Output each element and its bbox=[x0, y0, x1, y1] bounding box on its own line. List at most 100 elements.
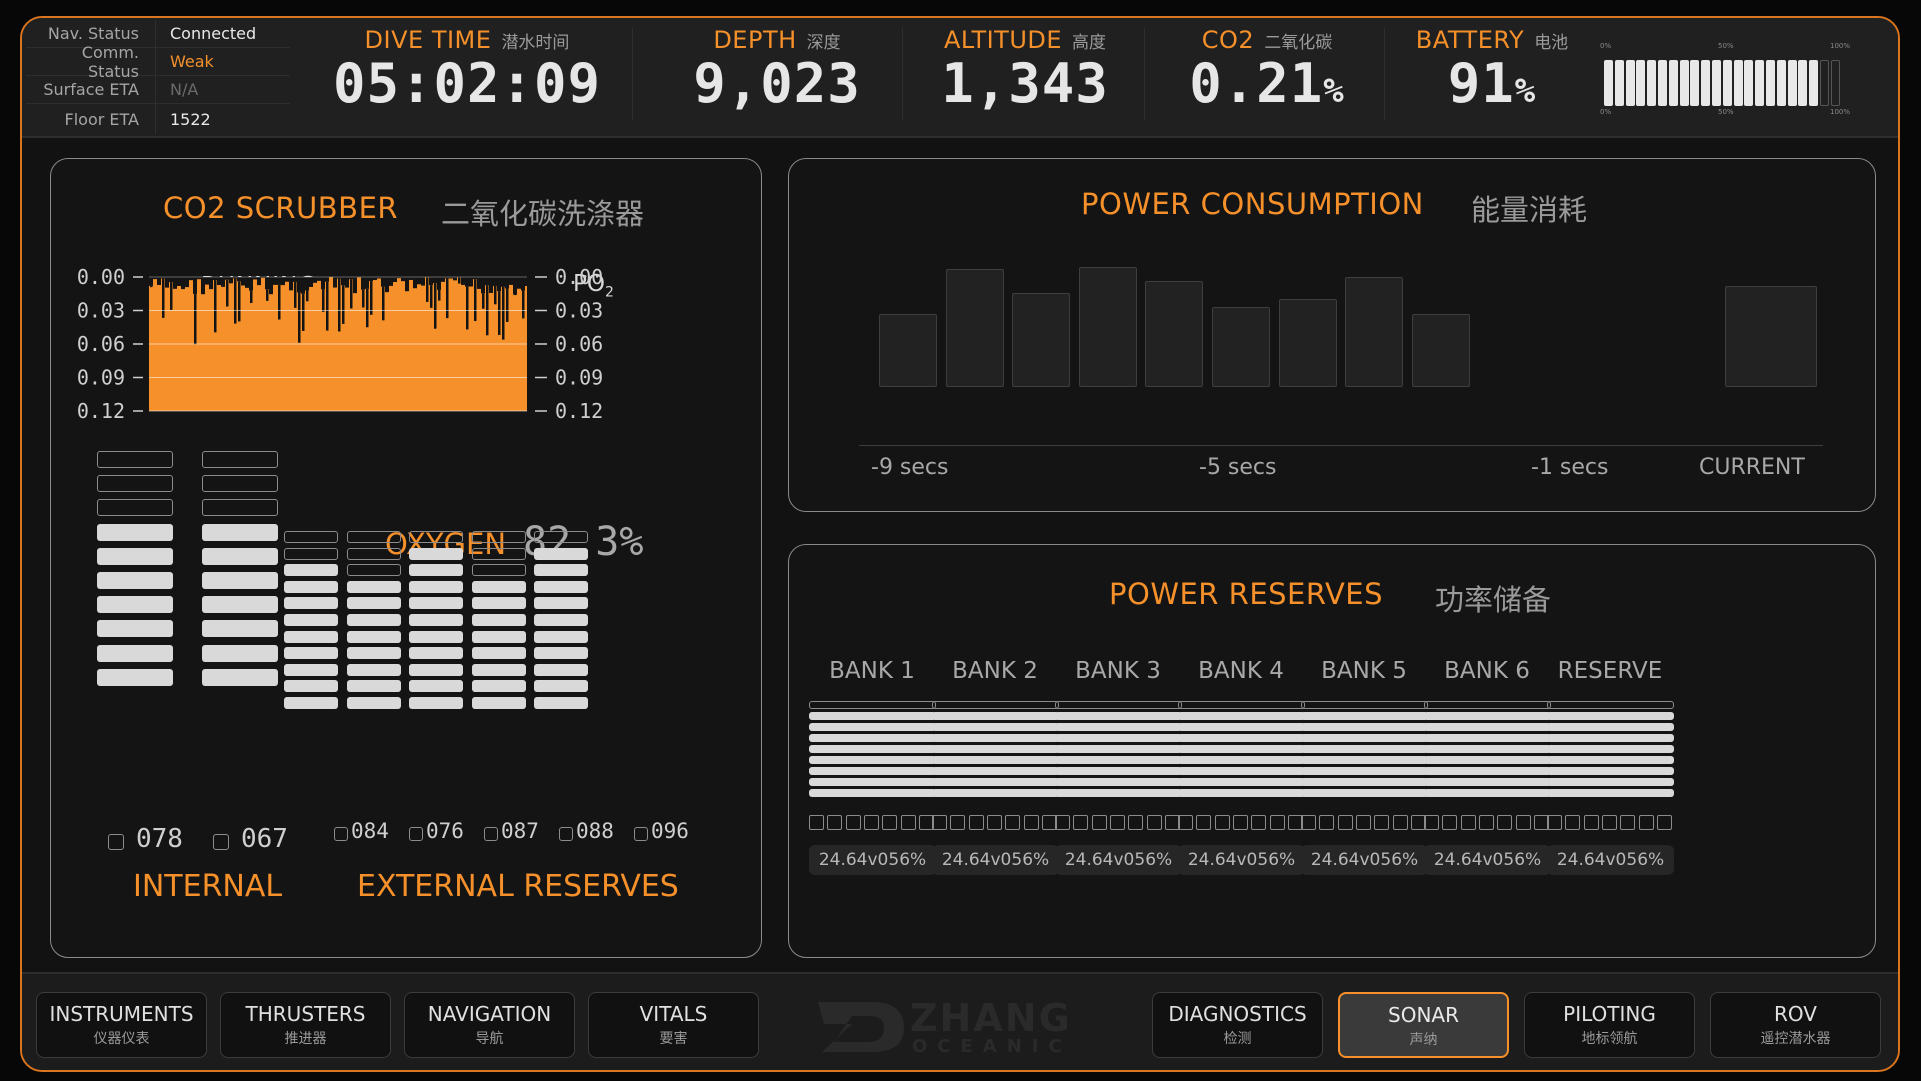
tank-cell bbox=[534, 580, 588, 593]
bank-indicator bbox=[1005, 815, 1021, 830]
metric-value: 05:02:09 bbox=[332, 52, 602, 115]
chart-spike bbox=[238, 281, 241, 322]
battery-segment bbox=[1658, 60, 1667, 106]
bank-cell bbox=[1178, 745, 1305, 753]
bank-cell bbox=[809, 767, 936, 775]
tank-cell bbox=[346, 697, 401, 709]
bank-cell bbox=[1424, 745, 1551, 753]
battery-segment bbox=[1830, 60, 1840, 106]
consumption-bar-current bbox=[1725, 285, 1817, 387]
bank-indicator bbox=[1442, 815, 1458, 830]
chart-gap bbox=[389, 277, 393, 286]
tank-checkbox[interactable] bbox=[334, 827, 348, 841]
bank-indicator bbox=[1055, 815, 1070, 830]
bank-cell bbox=[1055, 767, 1182, 775]
nav-piloting-button[interactable]: PILOTING 地标领航 bbox=[1524, 992, 1695, 1058]
chart-spike bbox=[342, 285, 345, 324]
tank-cell bbox=[471, 597, 526, 610]
x-label: -5 secs bbox=[1199, 455, 1277, 480]
chart-spike bbox=[338, 278, 341, 332]
bank-cell bbox=[932, 712, 1059, 720]
bank-cell bbox=[932, 701, 1059, 709]
nav-navigation-button[interactable]: NAVIGATION 导航 bbox=[404, 992, 575, 1058]
bank-indicator bbox=[1337, 815, 1353, 830]
chart-gap bbox=[489, 277, 493, 293]
nav-thrusters-button[interactable]: THRUSTERS 推进器 bbox=[220, 992, 391, 1058]
battery-tick: 0% bbox=[1600, 42, 1612, 50]
tank-checkbox[interactable] bbox=[409, 827, 423, 841]
tank-cell bbox=[284, 630, 338, 643]
y-tick-label: 0.09 bbox=[77, 366, 125, 390]
chart-gap bbox=[193, 277, 197, 294]
chart-gap bbox=[305, 277, 309, 291]
chart-gap bbox=[501, 277, 505, 287]
tank-cell bbox=[284, 597, 338, 610]
chart-spike bbox=[162, 278, 165, 318]
metric-value: 0.21 bbox=[1189, 52, 1324, 115]
nav-rov-button[interactable]: ROV 遥控潜水器 bbox=[1710, 992, 1881, 1058]
chart-gap bbox=[157, 277, 161, 285]
bank-indicator bbox=[1515, 815, 1531, 830]
x-label: -9 secs bbox=[871, 455, 949, 480]
bank-indicator bbox=[1601, 815, 1617, 830]
chart-gap bbox=[245, 277, 249, 288]
nav-sonar-button[interactable]: SONAR 声纳 bbox=[1338, 992, 1509, 1058]
tank-cell bbox=[97, 644, 173, 662]
tank-cell bbox=[409, 647, 463, 660]
bank-cell bbox=[1301, 734, 1428, 742]
chart-gap bbox=[285, 277, 289, 282]
tank-cell bbox=[534, 531, 588, 543]
consumption-bar bbox=[1145, 280, 1204, 387]
chart-gap bbox=[433, 277, 437, 284]
metric-label: CO2 bbox=[1201, 26, 1255, 54]
bank-indicator bbox=[1656, 815, 1672, 830]
tank-cell bbox=[284, 564, 338, 577]
battery-level-bar: 0% 50% 100% 0% 50% 100% bbox=[1600, 36, 1850, 116]
bank-cell bbox=[1301, 767, 1428, 775]
chart-gap bbox=[345, 277, 349, 288]
power-consumption-panel: POWER CONSUMPTION 能量消耗 -9 secs -5 secs -… bbox=[788, 158, 1876, 512]
chart-spike bbox=[474, 279, 477, 322]
nav-label-cn: 要害 bbox=[659, 1031, 688, 1047]
tank-checkbox[interactable] bbox=[484, 827, 498, 841]
tank-checkbox[interactable] bbox=[634, 827, 648, 841]
battery-segment bbox=[1766, 60, 1775, 106]
chart-spike bbox=[250, 290, 253, 303]
chart-gap bbox=[393, 277, 397, 283]
battery-segment bbox=[1722, 60, 1732, 106]
battery-segment bbox=[1744, 60, 1754, 106]
bank-indicator bbox=[1319, 815, 1335, 830]
nav-label: SONAR bbox=[1388, 1003, 1459, 1027]
bank-indicator bbox=[1214, 815, 1230, 830]
chart-gap bbox=[169, 277, 173, 283]
bank-cell bbox=[809, 701, 936, 709]
chart-spike bbox=[430, 285, 433, 308]
chart-spike bbox=[498, 291, 501, 335]
bank-indicator bbox=[1023, 815, 1039, 830]
bank-cell bbox=[809, 712, 936, 720]
chart-gap bbox=[257, 277, 261, 286]
bank-indicator bbox=[968, 815, 984, 830]
battery-segment bbox=[1755, 60, 1765, 106]
bank-cell bbox=[1424, 778, 1551, 786]
tank-cell bbox=[346, 614, 401, 626]
tank-checkbox[interactable] bbox=[108, 834, 124, 850]
tank-cell bbox=[97, 523, 173, 541]
bank-label: BANK 2 bbox=[952, 658, 1038, 684]
bank-indicator bbox=[1565, 815, 1581, 830]
tank-cell bbox=[97, 547, 173, 565]
bank-cell bbox=[932, 789, 1059, 797]
nav-diagnostics-button[interactable]: DIAGNOSTICS 检测 bbox=[1152, 992, 1323, 1058]
nav-instruments-button[interactable]: INSTRUMENTS 仪器仪表 bbox=[36, 992, 207, 1058]
tank-checkbox[interactable] bbox=[213, 834, 229, 850]
chart-gap bbox=[313, 277, 317, 283]
tank-cell bbox=[202, 668, 278, 686]
bank-cell bbox=[1055, 789, 1182, 797]
nav-vitals-button[interactable]: VITALS 要害 bbox=[588, 992, 759, 1058]
chart-gap bbox=[177, 277, 181, 286]
tank-cell bbox=[97, 620, 173, 638]
chart-gap bbox=[341, 277, 345, 286]
metric-label: DIVE TIME bbox=[364, 26, 492, 54]
tank-cell bbox=[471, 630, 526, 643]
tank-checkbox[interactable] bbox=[559, 827, 573, 841]
